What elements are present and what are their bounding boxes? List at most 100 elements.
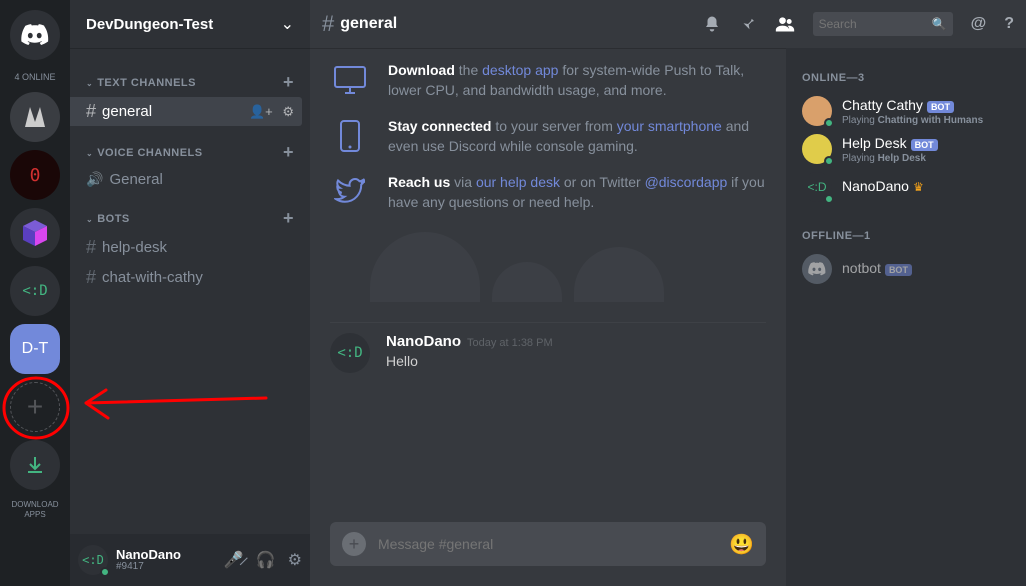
mentions-button[interactable]: @ xyxy=(971,15,987,33)
collapse-icon: ⌄ xyxy=(86,79,93,88)
message-body: Hello xyxy=(386,353,553,369)
guild-rail: 4 ONLINE 0 <:D D-T + DOWNLOAD APPS xyxy=(0,0,70,586)
guild-server-2[interactable]: 0 xyxy=(10,150,60,200)
twitter-icon xyxy=(330,172,370,212)
channel-general[interactable]: # general 👤+ ⚙ xyxy=(70,97,302,126)
add-voice-channel-button[interactable]: + xyxy=(283,142,294,163)
message-input[interactable] xyxy=(378,536,729,552)
welcome-ghosts xyxy=(330,232,766,302)
hash-icon: # xyxy=(322,11,334,37)
welcome-reach: Reach us via our help desk or on Twitter… xyxy=(330,172,766,212)
avatar: <:D xyxy=(802,172,832,202)
status-indicator-online xyxy=(100,567,110,577)
add-text-channel-button[interactable]: + xyxy=(283,72,294,93)
help-button[interactable]: ? xyxy=(1004,15,1014,33)
add-bot-channel-button[interactable]: + xyxy=(283,208,294,229)
member-nanodano[interactable]: <:D NanoDano♛ xyxy=(794,168,1018,206)
message-item: <:D NanoDano Today at 1:38 PM Hello xyxy=(330,322,766,383)
guild-server-selected[interactable]: D-T xyxy=(10,324,60,374)
discord-logo-icon xyxy=(808,262,826,276)
member-chatty-cathy[interactable]: Chatty CathyBOT Playing Chatting with Hu… xyxy=(794,92,1018,130)
monitor-icon xyxy=(330,60,370,100)
messages-area: Download the desktop app for system-wide… xyxy=(310,48,786,586)
discord-logo-icon xyxy=(21,24,49,46)
user-panel: <:D NanoDano #9417 🎤̷ 🎧 ⚙ xyxy=(70,534,310,586)
cube-icon xyxy=(20,218,50,248)
guild-server-1[interactable] xyxy=(10,92,60,142)
help-desk-link[interactable]: our help desk xyxy=(476,174,560,190)
hash-icon: # xyxy=(86,237,96,258)
deafen-button[interactable]: 🎧 xyxy=(256,550,276,570)
gear-icon[interactable]: ⚙ xyxy=(282,104,294,119)
message-input-row: + 😃 xyxy=(310,522,786,586)
pinned-button[interactable] xyxy=(739,15,757,33)
server-header[interactable]: DevDungeon-Test ⌄ xyxy=(70,0,310,48)
channel-title: general xyxy=(340,15,397,33)
member-list: ONLINE—3 Chatty CathyBOT Playing Chattin… xyxy=(786,48,1026,586)
current-user-avatar[interactable]: <:D xyxy=(78,545,108,575)
notifications-button[interactable] xyxy=(703,15,721,33)
mute-button[interactable]: 🎤̷ xyxy=(224,550,244,570)
download-apps-label: DOWNLOAD APPS xyxy=(11,500,58,520)
status-dot-online xyxy=(824,156,834,166)
user-settings-button[interactable]: ⚙ xyxy=(288,550,302,570)
invite-icon[interactable]: 👤+ xyxy=(249,104,273,119)
search-input[interactable] xyxy=(819,17,932,31)
avatar xyxy=(802,134,832,164)
phone-icon xyxy=(330,116,370,156)
online-count-label: 4 ONLINE xyxy=(14,72,55,82)
member-list-button[interactable] xyxy=(775,15,795,33)
status-dot-online xyxy=(824,194,834,204)
welcome-smartphone: Stay connected to your server from your … xyxy=(330,116,766,156)
chat-header: # general 🔍 @ ? xyxy=(310,0,1026,48)
offline-heading: OFFLINE—1 xyxy=(794,222,1018,250)
member-notbot[interactable]: notbotBOT xyxy=(794,250,1018,288)
message-avatar[interactable]: <:D xyxy=(330,333,370,373)
message-timestamp: Today at 1:38 PM xyxy=(467,337,553,349)
message-input-container: + 😃 xyxy=(330,522,766,566)
channel-sidebar: DevDungeon-Test ⌄ ⌄TEXT CHANNELS + # gen… xyxy=(70,0,310,586)
text-channels-heading[interactable]: ⌄TEXT CHANNELS + xyxy=(70,72,310,93)
message-author[interactable]: NanoDano xyxy=(386,333,461,350)
guild-server-3[interactable] xyxy=(10,208,60,258)
current-user-name: NanoDano xyxy=(116,548,181,561)
welcome-download: Download the desktop app for system-wide… xyxy=(330,60,766,100)
twitter-link[interactable]: @discordapp xyxy=(645,174,728,190)
bot-tag: BOT xyxy=(927,101,954,113)
collapse-icon: ⌄ xyxy=(86,149,93,158)
bot-tag: BOT xyxy=(911,139,938,151)
avatar xyxy=(802,254,832,284)
status-dot-online xyxy=(824,118,834,128)
channel-chat-with-cathy[interactable]: # chat-with-cathy xyxy=(70,263,302,292)
voice-channel-general[interactable]: 🔊 General xyxy=(70,167,302,192)
server-name: DevDungeon-Test xyxy=(86,16,213,33)
online-heading: ONLINE—3 xyxy=(794,64,1018,92)
add-server-button[interactable]: + xyxy=(10,382,60,432)
bot-tag: BOT xyxy=(885,264,912,276)
channel-list: ⌄TEXT CHANNELS + # general 👤+ ⚙ ⌄VOICE C… xyxy=(70,48,310,534)
download-apps-button[interactable] xyxy=(10,440,60,490)
smartphone-link[interactable]: your smartphone xyxy=(617,118,722,134)
channel-help-desk[interactable]: # help-desk xyxy=(70,233,302,262)
hash-icon: # xyxy=(86,101,96,122)
search-icon: 🔍 xyxy=(932,17,947,31)
hash-icon: # xyxy=(86,267,96,288)
emoji-button[interactable]: 😃 xyxy=(729,532,754,557)
avatar xyxy=(802,96,832,126)
main-content: # general 🔍 @ ? Download the desktop app… xyxy=(310,0,1026,586)
download-icon xyxy=(25,455,45,475)
speaker-icon: 🔊 xyxy=(86,171,103,188)
crown-icon: ♛ xyxy=(913,180,924,194)
collapse-icon: ⌄ xyxy=(86,215,93,224)
bots-heading[interactable]: ⌄BOTS + xyxy=(70,208,310,229)
home-button[interactable] xyxy=(10,10,60,60)
search-box[interactable]: 🔍 xyxy=(813,12,953,36)
chevron-down-icon: ⌄ xyxy=(281,14,294,34)
attach-button[interactable]: + xyxy=(342,532,366,556)
message-scroller[interactable]: Download the desktop app for system-wide… xyxy=(310,48,786,522)
guild-server-4[interactable]: <:D xyxy=(10,266,60,316)
desktop-app-link[interactable]: desktop app xyxy=(482,62,558,78)
current-user-discriminator: #9417 xyxy=(116,561,181,572)
voice-channels-heading[interactable]: ⌄VOICE CHANNELS + xyxy=(70,142,310,163)
member-help-desk[interactable]: Help DeskBOT Playing Help Desk xyxy=(794,130,1018,168)
